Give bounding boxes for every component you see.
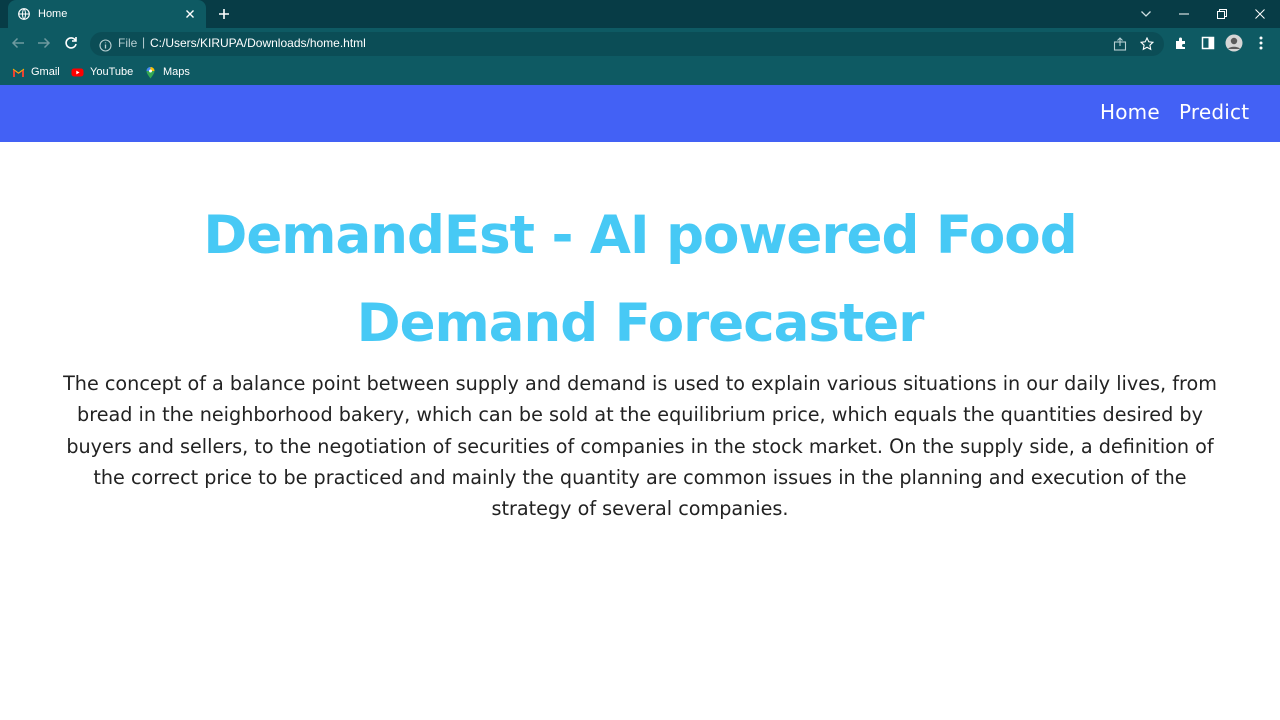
bookmark-youtube[interactable]: YouTube xyxy=(71,64,133,80)
bookmark-star-icon[interactable] xyxy=(1139,36,1155,52)
profile-avatar-icon[interactable] xyxy=(1225,34,1243,52)
new-tab-icon[interactable] xyxy=(216,6,232,22)
youtube-icon xyxy=(71,66,84,79)
bookmark-label: YouTube xyxy=(90,66,134,78)
url-scheme: File xyxy=(118,36,138,50)
tab-search-chevron-icon[interactable] xyxy=(1127,0,1165,28)
bookmark-label: Gmail xyxy=(31,66,60,78)
forward-icon[interactable] xyxy=(35,34,53,52)
tab-title: Home xyxy=(38,8,68,20)
reload-icon[interactable] xyxy=(62,34,80,52)
url-separator: | xyxy=(142,35,146,49)
bookmark-label: Maps xyxy=(163,66,190,78)
intro-paragraph: The concept of a balance point between s… xyxy=(63,372,1217,521)
url-text[interactable]: C:/Users/KIRUPA/Downloads/home.html xyxy=(150,36,366,50)
bookmarks-bar: Gmail YouTube Maps xyxy=(0,58,1280,85)
site-info-icon[interactable] xyxy=(99,37,112,52)
maps-icon xyxy=(144,66,157,79)
close-window-icon[interactable] xyxy=(1241,0,1279,28)
site-navbar: Home Predict xyxy=(0,85,1280,142)
nav-predict-link[interactable]: Predict xyxy=(1179,100,1249,124)
globe-icon xyxy=(18,8,30,20)
browser-toolbar: File | C:/Users/KIRUPA/Downloads/home.ht… xyxy=(0,28,1280,58)
back-icon[interactable] xyxy=(9,34,27,52)
bookmark-maps[interactable]: Maps xyxy=(144,64,190,80)
close-tab-icon[interactable] xyxy=(184,8,196,20)
side-panel-icon[interactable] xyxy=(1199,34,1217,52)
page-title: DemandEst - AI powered Food Demand Forec… xyxy=(203,205,1077,354)
more-menu-icon[interactable] xyxy=(1252,34,1270,52)
restore-icon[interactable] xyxy=(1203,0,1241,28)
minimize-icon[interactable] xyxy=(1165,0,1203,28)
gmail-icon xyxy=(12,66,25,79)
nav-home-link[interactable]: Home xyxy=(1100,100,1160,124)
share-icon[interactable] xyxy=(1112,36,1128,52)
tab-strip: Home xyxy=(0,0,1280,28)
extensions-icon[interactable] xyxy=(1172,34,1190,52)
address-bar[interactable]: File | C:/Users/KIRUPA/Downloads/home.ht… xyxy=(90,32,1164,56)
bookmark-gmail[interactable]: Gmail xyxy=(12,64,60,80)
browser-tab-home[interactable]: Home xyxy=(8,0,206,28)
